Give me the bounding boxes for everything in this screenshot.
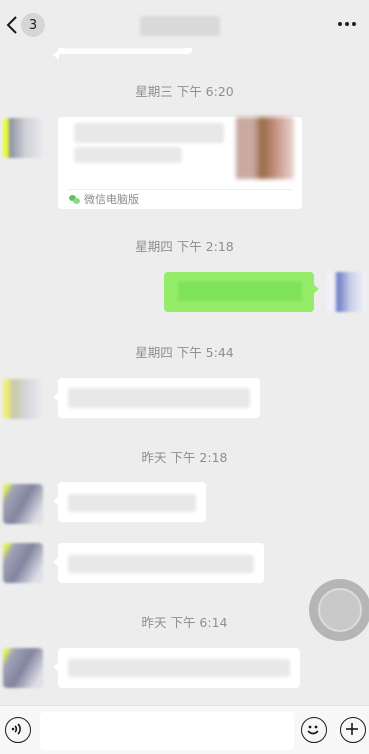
timestamp: 星期三 下午 6:20	[135, 84, 234, 99]
link-card-source: 微信电脑版	[69, 191, 139, 207]
redacted-text	[68, 555, 254, 573]
redacted-text	[68, 659, 290, 677]
message-bubble[interactable]	[53, 543, 264, 583]
plus-icon[interactable]	[340, 717, 366, 743]
back-button[interactable]: 3	[6, 12, 52, 38]
link-card-title	[74, 123, 224, 143]
unread-count-badge: 3	[21, 13, 45, 37]
link-card-source-label: 微信电脑版	[84, 193, 139, 206]
self-avatar[interactable]	[326, 272, 366, 312]
message-bubble[interactable]	[53, 378, 260, 418]
assistive-touch-button[interactable]	[309, 579, 369, 641]
input-bar	[0, 705, 369, 754]
timestamp: 星期四 下午 5:44	[135, 345, 234, 360]
link-card-description	[74, 147, 182, 163]
redacted-text	[178, 281, 302, 301]
contact-avatar[interactable]	[3, 118, 43, 158]
chat-header: 3	[0, 0, 369, 48]
outgoing-message-bubble[interactable]	[164, 272, 319, 312]
contact-avatar[interactable]	[3, 543, 43, 583]
message-bubble[interactable]	[53, 482, 206, 522]
redacted-text	[68, 388, 250, 408]
link-card-message[interactable]: 微信电脑版	[58, 117, 302, 209]
back-arrow-icon	[6, 16, 17, 34]
more-options-button[interactable]	[333, 12, 361, 36]
timestamp: 星期四 下午 2:18	[135, 239, 234, 254]
link-card-thumbnail	[236, 117, 294, 179]
contact-avatar[interactable]	[3, 648, 43, 688]
more-icon	[338, 22, 342, 26]
divider	[68, 189, 292, 190]
redacted-text	[68, 494, 196, 512]
chat-title	[140, 16, 220, 36]
contact-avatar[interactable]	[3, 379, 43, 419]
voice-icon[interactable]	[5, 717, 31, 743]
message-input[interactable]	[40, 712, 294, 750]
contact-avatar[interactable]	[3, 484, 43, 524]
timestamp: 昨天 下午 2:18	[141, 450, 228, 465]
emoji-icon[interactable]	[301, 717, 327, 743]
message-bubble[interactable]	[53, 648, 300, 688]
wechat-logo-icon	[69, 194, 80, 204]
